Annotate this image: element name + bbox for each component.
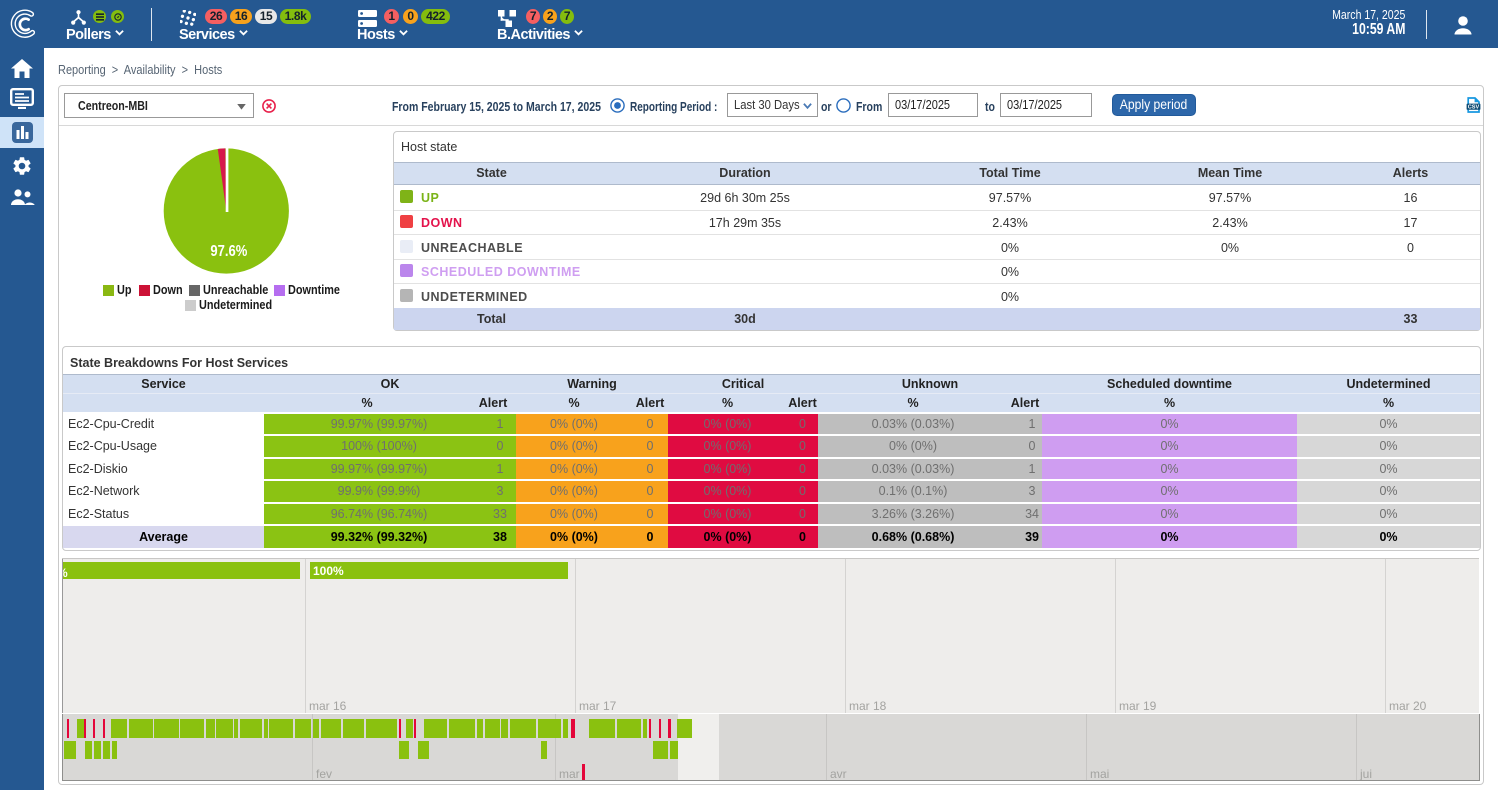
svg-text:97.6%: 97.6%	[210, 243, 247, 260]
svg-text:CSV: CSV	[1468, 105, 1480, 111]
